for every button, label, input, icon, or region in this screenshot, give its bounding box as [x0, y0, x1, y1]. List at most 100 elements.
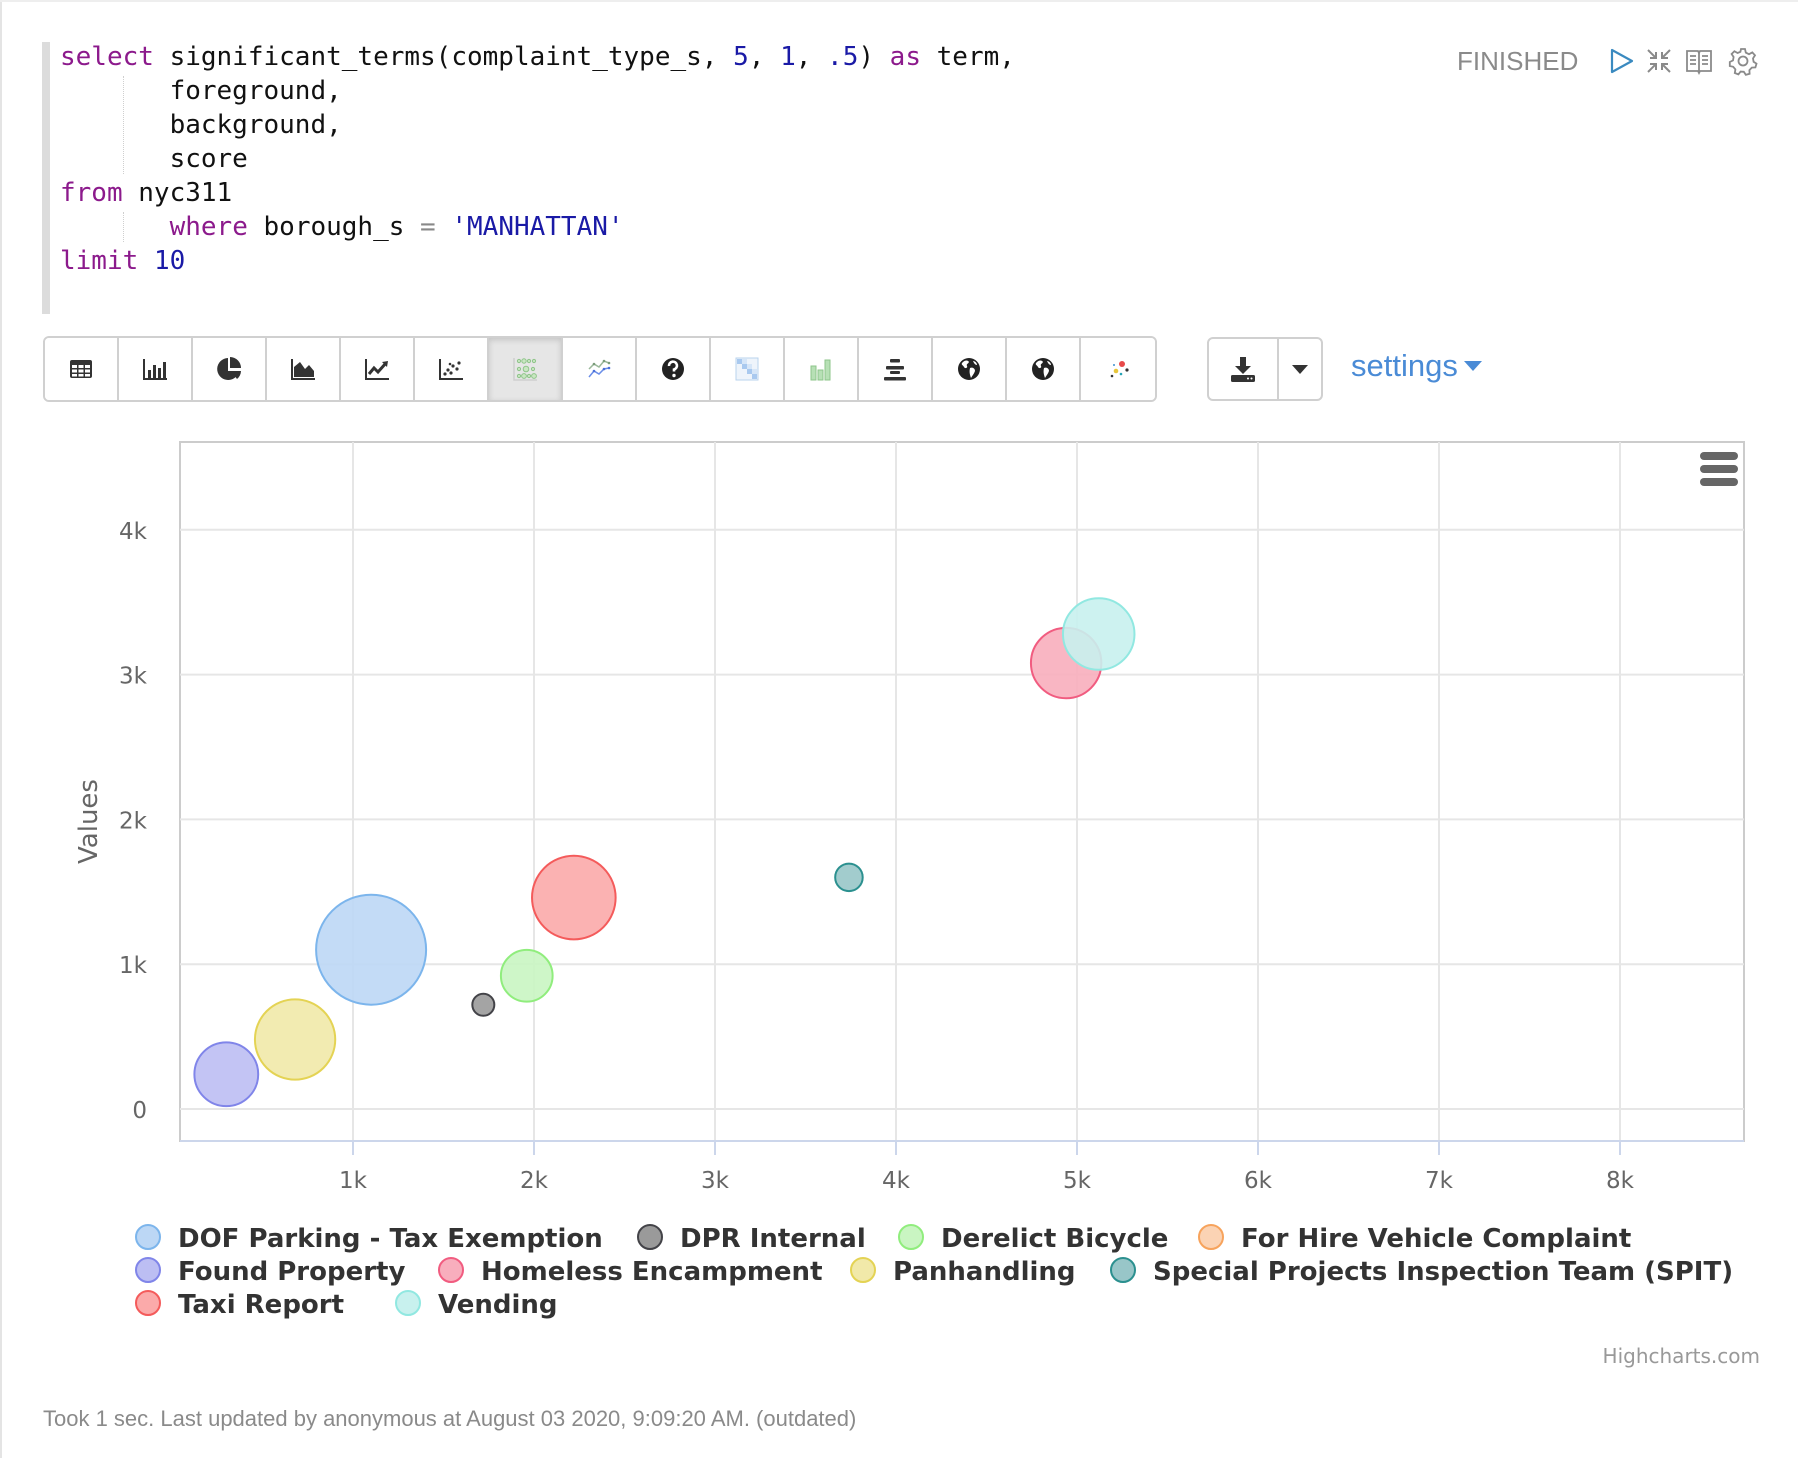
code-keyword: select [60, 42, 154, 72]
legend-item[interactable]: Special Projects Inspection Team (SPIT) [1110, 1257, 1733, 1287]
legend-label: Panhandling [893, 1257, 1076, 1287]
legend-symbol [135, 1257, 161, 1283]
legend-item[interactable]: Homeless Encampment [438, 1257, 823, 1287]
legend-item[interactable]: Taxi Report [135, 1290, 344, 1320]
chart-type-button-table[interactable] [45, 338, 119, 400]
paragraph-status: FINISHED [1457, 46, 1579, 76]
legend-label: Taxi Report [178, 1290, 344, 1320]
bubble-point[interactable] [253, 998, 337, 1081]
code-editor[interactable]: select significant_terms(complaint_type_… [60, 40, 1015, 278]
legend-item[interactable]: Found Property [135, 1257, 405, 1287]
highcharts-credits-link[interactable]: Highcharts.com [1603, 1344, 1760, 1368]
bubble-point[interactable] [315, 893, 428, 1006]
legend-item[interactable]: For Hire Vehicle Complaint [1198, 1224, 1631, 1254]
chart-type-button-globe-2[interactable] [1007, 338, 1081, 400]
x-tick-label: 1k [339, 1168, 368, 1194]
chart-type-button-globe[interactable] [933, 338, 1007, 400]
code-text: , [795, 42, 828, 72]
globe-icon [1032, 358, 1054, 380]
hamburger-bar [1700, 478, 1738, 486]
globe-icon [958, 358, 980, 380]
x-tick-label: 5k [1063, 1168, 1092, 1194]
caret-down-icon [1292, 365, 1308, 374]
chart-type-button-line-chart[interactable] [341, 338, 415, 400]
chart-type-button-heatmap[interactable] [711, 338, 785, 400]
bubble-chart-icon [513, 358, 537, 381]
code-text: borough_s [247, 212, 421, 242]
bubble-point[interactable] [834, 862, 864, 893]
chart-type-button-scatter-chart[interactable] [415, 338, 489, 400]
chart-menu-button[interactable] [1700, 452, 1738, 486]
code-keyword: as [889, 42, 921, 72]
x-tick-label: 8k [1606, 1168, 1635, 1194]
settings-dropdown[interactable]: settings [1351, 348, 1482, 384]
bubble-point[interactable] [531, 854, 617, 941]
code-number: 1 [780, 42, 796, 72]
legend-label: Vending [438, 1290, 558, 1320]
scatter-chart-icon [439, 359, 463, 380]
settings-label: settings [1351, 348, 1458, 383]
chart-type-button-column-chart[interactable] [785, 338, 859, 400]
chart-type-button-dots-chart[interactable] [1081, 338, 1155, 400]
code-number: 10 [153, 246, 186, 276]
indent-guide [123, 212, 124, 242]
collapse-icon[interactable] [1644, 46, 1674, 76]
chart-type-button-pie-chart[interactable] [193, 338, 267, 400]
legend-item[interactable]: Derelict Bicycle [898, 1224, 1168, 1254]
download-dropdown-button[interactable] [1279, 339, 1321, 399]
y-tick-label: 0 [132, 1098, 147, 1124]
code-text: foreground, [60, 76, 342, 106]
code-text: ) [858, 42, 890, 72]
code-keyword: from [60, 178, 123, 208]
download-group [1207, 337, 1323, 401]
bubble-point[interactable] [193, 1041, 260, 1108]
chart-type-toolbar [43, 336, 1157, 402]
legend-symbol [395, 1290, 421, 1316]
code-text: background, [60, 110, 342, 140]
chart-type-button-bubble-chart[interactable] [489, 338, 563, 400]
pie-chart-icon [217, 357, 241, 380]
run-icon[interactable] [1606, 46, 1636, 76]
y-tick-label: 2k [119, 808, 148, 834]
code-line: select significant_terms(complaint_type_… [60, 40, 1015, 74]
code-number: .5 [827, 42, 859, 72]
chart-type-button-multi-line-chart[interactable] [563, 338, 637, 400]
chart-type-button-area-chart[interactable] [267, 338, 341, 400]
align-center-icon [884, 359, 906, 381]
book-icon[interactable] [1684, 46, 1714, 76]
plot-area [179, 441, 1745, 1142]
code-number: 5 [733, 42, 749, 72]
y-axis-title: Values [74, 779, 104, 864]
chart-type-button-help[interactable] [637, 338, 711, 400]
hamburger-bar [1700, 452, 1738, 460]
code-line: limit 10 [60, 244, 1015, 278]
legend-label: Special Projects Inspection Team (SPIT) [1153, 1257, 1733, 1287]
caret-down-icon [1463, 360, 1482, 371]
legend-item[interactable]: Panhandling [850, 1257, 1076, 1287]
bubble-chart: 0 1k 2k 3k 4k 1k 2k 3k 4k 5k 6k 7k 8k Values DOF Parki… [74, 441, 1760, 1368]
area-chart-icon [291, 359, 315, 380]
chart-type-button-align-center[interactable] [859, 338, 933, 400]
code-text: score [60, 144, 248, 174]
legend-symbol [1110, 1257, 1136, 1283]
legend-item[interactable]: Vending [395, 1290, 558, 1320]
page-top-border [0, 0, 1798, 2]
legend-item[interactable]: DPR Internal [637, 1224, 866, 1254]
bubble-point[interactable] [1061, 597, 1136, 671]
download-icon [1231, 357, 1255, 382]
heatmap-icon [735, 357, 759, 381]
download-button[interactable] [1209, 339, 1279, 399]
legend-symbol [135, 1290, 161, 1316]
chart-type-button-bar-chart[interactable] [119, 338, 193, 400]
x-tick-label: 2k [520, 1168, 549, 1194]
bubble-point[interactable] [471, 992, 496, 1017]
bubble-point[interactable] [499, 948, 554, 1003]
x-tick-label: 3k [701, 1168, 730, 1194]
legend-symbol [1198, 1224, 1224, 1250]
gear-icon[interactable] [1728, 46, 1758, 76]
legend-item[interactable]: DOF Parking - Tax Exemption [135, 1224, 603, 1254]
code-line: where borough_s = 'MANHATTAN' [60, 210, 1015, 244]
legend-label: For Hire Vehicle Complaint [1241, 1224, 1631, 1254]
